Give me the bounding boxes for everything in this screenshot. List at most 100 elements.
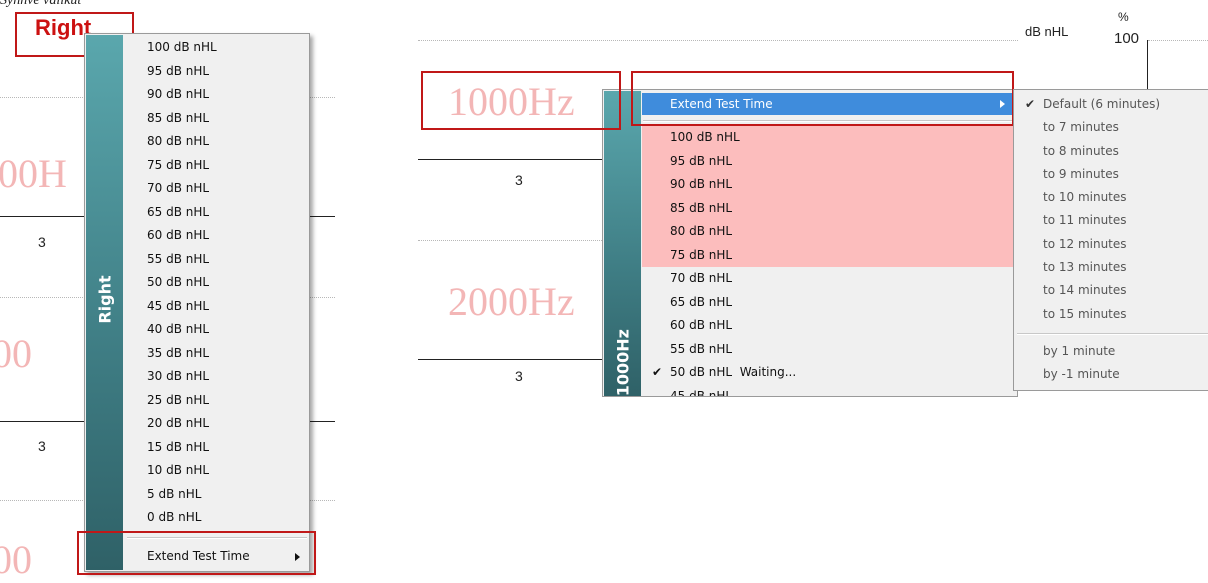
annotation-box: [77, 531, 316, 575]
submenu-item[interactable]: to 7 minutes: [1014, 116, 1208, 139]
menu-item-label: 50 dB nHL Waiting...: [670, 365, 797, 379]
submenu-items: ✔ Default (6 minutes) to 7 minutes to 8 …: [1014, 93, 1208, 326]
submenu-item[interactable]: to 12 minutes: [1014, 233, 1208, 256]
menu-item-label: 80 dB nHL: [670, 224, 733, 238]
menu-item-level[interactable]: 100 dB nHL: [147, 36, 307, 60]
menu-sidebar-label: t 1000Hz: [613, 329, 633, 397]
submenu-item-label: to 10 minutes: [1043, 190, 1127, 205]
grid-line: [418, 40, 1018, 41]
menu-item-level[interactable]: 80 dB nHL: [147, 130, 307, 154]
menu-item-level[interactable]: 85 dB nHL: [642, 196, 1014, 220]
menu-item-level[interactable]: 65 dB nHL: [642, 291, 1014, 315]
menu-item-label: 60 dB nHL: [670, 318, 733, 332]
menu-item-level[interactable]: 75 dB nHL: [642, 243, 1014, 267]
menu-item-level[interactable]: 95 dB nHL: [147, 60, 307, 84]
submenu-item-label: by 1 minute: [1043, 344, 1116, 358]
menu-item-level[interactable]: 55 dB nHL: [147, 248, 307, 272]
grid-line: [418, 240, 618, 241]
submenu-item-default[interactable]: ✔ Default (6 minutes): [1014, 93, 1208, 116]
row-separator: [418, 159, 618, 160]
menu-item-label: 70 dB nHL: [670, 271, 733, 285]
menu-item-label: 55 dB nHL: [670, 341, 733, 356]
submenu-item-label: to 11 minutes: [1043, 213, 1127, 228]
menu-item-level[interactable]: 60 dB nHL: [147, 224, 307, 248]
checkmark-icon: ✔: [652, 365, 663, 379]
menu-item-level[interactable]: 25 dB nHL: [147, 389, 307, 413]
submenu-item[interactable]: to 9 minutes: [1014, 163, 1208, 186]
menu-items: 100 dB nHL 95 dB nHL 90 dB nHL 85 dB nHL…: [642, 126, 1014, 397]
level-context-menu: t 1000Hz Extend Test Time 100 dB nHL 95 …: [602, 89, 1018, 397]
row-number: 3: [38, 438, 46, 454]
menu-items: 100 dB nHL 95 dB nHL 90 dB nHL 85 dB nHL…: [147, 36, 307, 530]
bg-freq-label: 1000: [0, 331, 32, 376]
submenu-item[interactable]: to 14 minutes: [1014, 279, 1208, 302]
annotation-box: [421, 71, 621, 130]
menu-item-level-current[interactable]: ✔ 50 dB nHL Waiting...: [642, 361, 1014, 385]
menu-item-level[interactable]: 50 dB nHL: [147, 271, 307, 295]
menu-item-level[interactable]: 10 dB nHL: [147, 459, 307, 483]
submenu-item[interactable]: to 10 minutes: [1014, 186, 1208, 209]
row-number: 3: [515, 172, 523, 188]
grid-line: [1148, 40, 1208, 41]
menu-item-level[interactable]: 45 dB nHL: [642, 385, 1014, 397]
extend-time-submenu: ✔ Default (6 minutes) to 7 minutes to 8 …: [1013, 89, 1208, 391]
menu-item-level[interactable]: 85 dB nHL: [147, 107, 307, 131]
submenu-item-label: to 13 minutes: [1043, 260, 1127, 275]
menu-item-level[interactable]: 65 dB nHL: [147, 201, 307, 225]
axis-label: dB nHL: [1025, 24, 1069, 39]
menu-item-level[interactable]: 35 dB nHL: [147, 342, 307, 366]
menu-item-level[interactable]: 5 dB nHL: [147, 483, 307, 507]
bg-freq-label: 500H: [0, 151, 67, 196]
menu-item-level[interactable]: 15 dB nHL: [147, 436, 307, 460]
submenu-item[interactable]: to 8 minutes: [1014, 140, 1208, 163]
submenu-item-label: Default (6 minutes): [1043, 97, 1161, 111]
menu-item-level[interactable]: 30 dB nHL: [147, 365, 307, 389]
menu-item-level[interactable]: 75 dB nHL: [147, 154, 307, 178]
row-number: 3: [515, 368, 523, 384]
submenu-item-label: to 12 minutes: [1043, 236, 1127, 251]
menu-item-level[interactable]: 20 dB nHL: [147, 412, 307, 436]
submenu-item-label: to 7 minutes: [1043, 120, 1119, 135]
axis-unit: %: [1118, 10, 1129, 24]
menu-item-level[interactable]: 95 dB nHL: [642, 149, 1014, 173]
menu-item-label: 85 dB nHL: [670, 200, 733, 215]
submenu-item-label: to 8 minutes: [1043, 143, 1119, 158]
menu-item-level[interactable]: 0 dB nHL: [147, 506, 307, 530]
menu-sidebar: Right: [86, 35, 123, 570]
menu-item-level[interactable]: 70 dB nHL: [642, 267, 1014, 291]
row-separator: [418, 359, 618, 360]
menu-item-level[interactable]: 45 dB nHL: [147, 295, 307, 319]
submenu-item[interactable]: to 11 minutes: [1014, 209, 1208, 232]
annotation-box: [631, 71, 1014, 126]
menu-sidebar-label: Right: [95, 275, 115, 324]
level-context-menu: Right 100 dB nHL 95 dB nHL 90 dB nHL 85 …: [84, 33, 310, 572]
submenu-step-items: by 1 minute by -1 minute: [1014, 340, 1208, 387]
menu-item-label: 45 dB nHL: [670, 388, 733, 397]
menu-item-level[interactable]: 90 dB nHL: [642, 173, 1014, 197]
menu-item-label: 75 dB nHL: [670, 247, 733, 262]
menu-item-level[interactable]: 70 dB nHL: [147, 177, 307, 201]
menu-item-level[interactable]: 90 dB nHL: [147, 83, 307, 107]
submenu-item-label: to 9 minutes: [1043, 166, 1119, 181]
submenu-separator: [1017, 333, 1208, 335]
axis-value: 100: [1114, 30, 1140, 47]
submenu-item[interactable]: to 13 minutes: [1014, 256, 1208, 279]
menu-item-label: 100 dB nHL: [670, 130, 740, 144]
submenu-item-label: to 15 minutes: [1043, 306, 1127, 321]
menu-sidebar: t 1000Hz: [604, 91, 641, 397]
menu-item-label: 65 dB nHL: [670, 294, 733, 309]
submenu-item-step[interactable]: by 1 minute: [1014, 340, 1208, 363]
menu-item-level[interactable]: 40 dB nHL: [147, 318, 307, 342]
submenu-item-label: to 14 minutes: [1043, 283, 1127, 298]
menu-item-level[interactable]: 60 dB nHL: [642, 314, 1014, 338]
menu-item-level[interactable]: 80 dB nHL: [642, 220, 1014, 244]
submenu-item[interactable]: to 15 minutes: [1014, 303, 1208, 326]
menu-item-level[interactable]: 55 dB nHL: [642, 338, 1014, 362]
submenu-item-step[interactable]: by -1 minute: [1014, 363, 1208, 386]
axis-line: [1147, 40, 1148, 96]
freq-label: 2000Hz: [448, 279, 575, 324]
submenu-item-label: by -1 minute: [1043, 367, 1120, 382]
caption: Synnve valikut: [0, 0, 82, 8]
menu-item-label: 90 dB nHL: [670, 177, 733, 191]
menu-item-level[interactable]: 100 dB nHL: [642, 126, 1014, 150]
